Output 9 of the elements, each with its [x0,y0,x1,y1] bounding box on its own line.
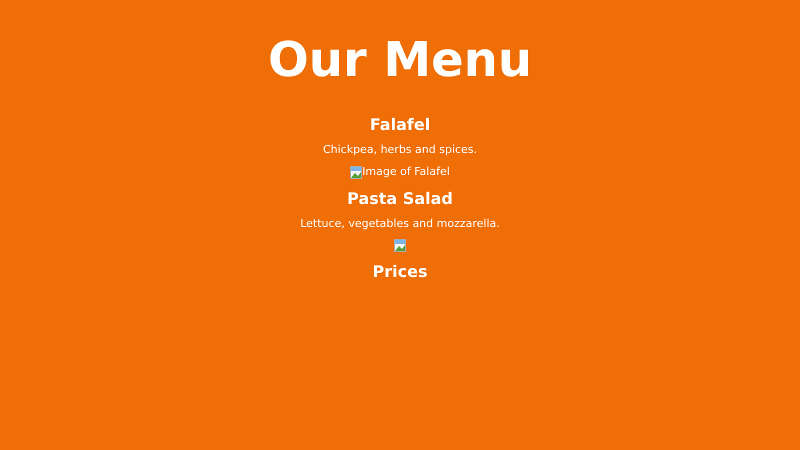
item-description: Chickpea, herbs and spices. [322,143,478,157]
section-heading: Prices [372,262,428,282]
broken-image-icon [394,239,406,252]
item-heading: Pasta Salad [347,189,453,209]
item-heading: Falafel [370,115,430,135]
page-title: Our Menu [268,33,532,87]
broken-image-icon [350,166,362,178]
item-description: Lettuce, vegetables and mozzarella. [300,217,500,231]
image-alt-text: Image of Falafel [362,165,450,179]
